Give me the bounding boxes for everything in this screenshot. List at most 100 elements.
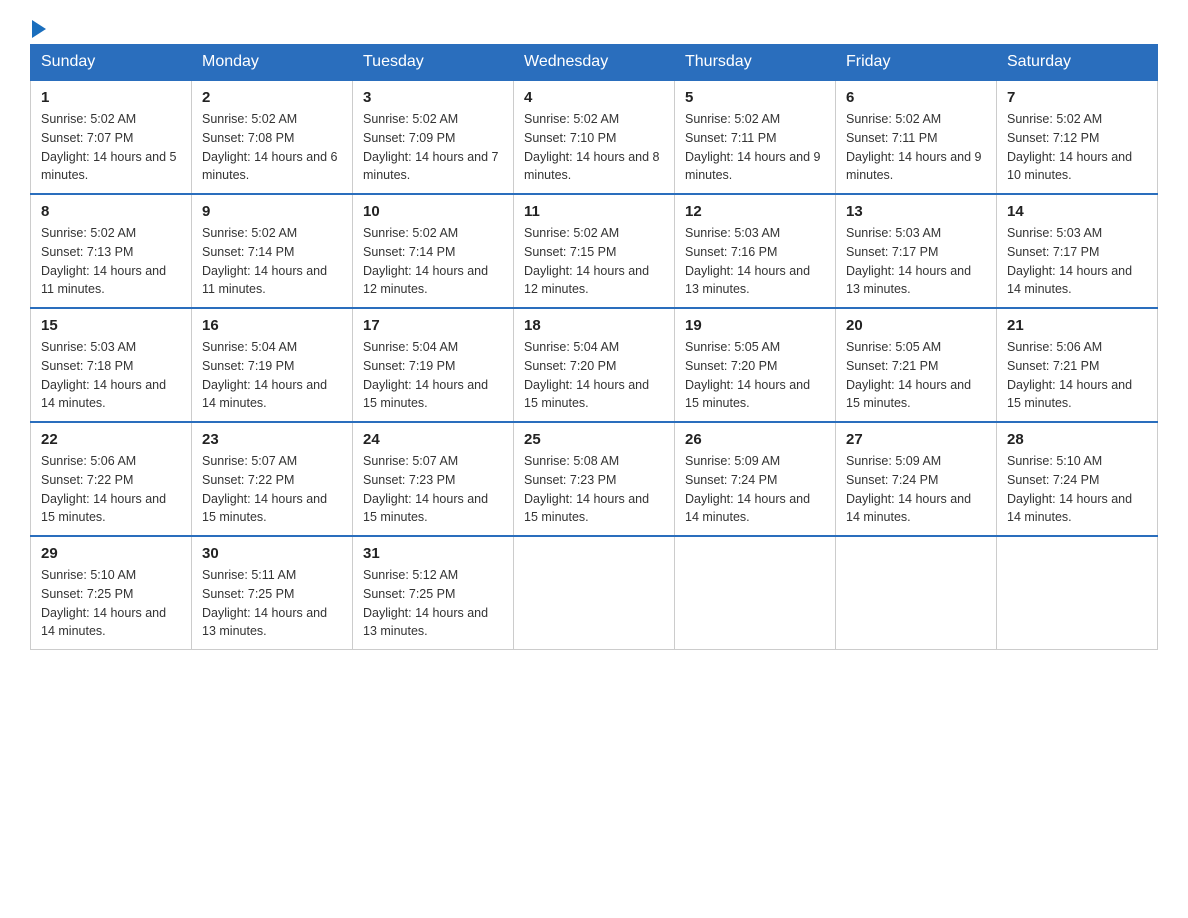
day-number: 3	[363, 89, 503, 106]
logo-arrow-icon	[32, 20, 46, 38]
day-info: Sunrise: 5:07 AM Sunset: 7:22 PM Dayligh…	[202, 452, 342, 527]
calendar-day-cell: 25 Sunrise: 5:08 AM Sunset: 7:23 PM Dayl…	[514, 422, 675, 536]
calendar-day-cell	[997, 536, 1158, 650]
day-number: 26	[685, 431, 825, 448]
day-info: Sunrise: 5:05 AM Sunset: 7:20 PM Dayligh…	[685, 338, 825, 413]
day-info: Sunrise: 5:02 AM Sunset: 7:14 PM Dayligh…	[202, 224, 342, 299]
day-number: 10	[363, 203, 503, 220]
day-number: 9	[202, 203, 342, 220]
day-info: Sunrise: 5:02 AM Sunset: 7:15 PM Dayligh…	[524, 224, 664, 299]
calendar-day-cell: 12 Sunrise: 5:03 AM Sunset: 7:16 PM Dayl…	[675, 194, 836, 308]
day-number: 13	[846, 203, 986, 220]
day-number: 7	[1007, 89, 1147, 106]
weekday-header-thursday: Thursday	[675, 45, 836, 81]
day-info: Sunrise: 5:06 AM Sunset: 7:22 PM Dayligh…	[41, 452, 181, 527]
calendar-day-cell: 31 Sunrise: 5:12 AM Sunset: 7:25 PM Dayl…	[353, 536, 514, 650]
day-number: 20	[846, 317, 986, 334]
day-info: Sunrise: 5:09 AM Sunset: 7:24 PM Dayligh…	[685, 452, 825, 527]
calendar-day-cell: 29 Sunrise: 5:10 AM Sunset: 7:25 PM Dayl…	[31, 536, 192, 650]
calendar-day-cell: 18 Sunrise: 5:04 AM Sunset: 7:20 PM Dayl…	[514, 308, 675, 422]
day-info: Sunrise: 5:10 AM Sunset: 7:24 PM Dayligh…	[1007, 452, 1147, 527]
day-number: 1	[41, 89, 181, 106]
day-number: 4	[524, 89, 664, 106]
day-info: Sunrise: 5:12 AM Sunset: 7:25 PM Dayligh…	[363, 566, 503, 641]
day-number: 6	[846, 89, 986, 106]
day-info: Sunrise: 5:02 AM Sunset: 7:10 PM Dayligh…	[524, 110, 664, 185]
calendar-day-cell: 16 Sunrise: 5:04 AM Sunset: 7:19 PM Dayl…	[192, 308, 353, 422]
day-number: 11	[524, 203, 664, 220]
day-number: 12	[685, 203, 825, 220]
calendar-day-cell: 24 Sunrise: 5:07 AM Sunset: 7:23 PM Dayl…	[353, 422, 514, 536]
calendar-day-cell: 19 Sunrise: 5:05 AM Sunset: 7:20 PM Dayl…	[675, 308, 836, 422]
calendar-day-cell: 30 Sunrise: 5:11 AM Sunset: 7:25 PM Dayl…	[192, 536, 353, 650]
day-info: Sunrise: 5:02 AM Sunset: 7:11 PM Dayligh…	[685, 110, 825, 185]
day-info: Sunrise: 5:04 AM Sunset: 7:20 PM Dayligh…	[524, 338, 664, 413]
day-info: Sunrise: 5:10 AM Sunset: 7:25 PM Dayligh…	[41, 566, 181, 641]
calendar-body: 1 Sunrise: 5:02 AM Sunset: 7:07 PM Dayli…	[31, 80, 1158, 650]
day-info: Sunrise: 5:09 AM Sunset: 7:24 PM Dayligh…	[846, 452, 986, 527]
day-info: Sunrise: 5:04 AM Sunset: 7:19 PM Dayligh…	[363, 338, 503, 413]
day-number: 21	[1007, 317, 1147, 334]
calendar-day-cell: 27 Sunrise: 5:09 AM Sunset: 7:24 PM Dayl…	[836, 422, 997, 536]
calendar-day-cell	[675, 536, 836, 650]
day-number: 25	[524, 431, 664, 448]
day-number: 29	[41, 545, 181, 562]
day-info: Sunrise: 5:02 AM Sunset: 7:07 PM Dayligh…	[41, 110, 181, 185]
weekday-header-saturday: Saturday	[997, 45, 1158, 81]
day-info: Sunrise: 5:03 AM Sunset: 7:17 PM Dayligh…	[1007, 224, 1147, 299]
calendar-day-cell: 7 Sunrise: 5:02 AM Sunset: 7:12 PM Dayli…	[997, 80, 1158, 194]
calendar-day-cell: 9 Sunrise: 5:02 AM Sunset: 7:14 PM Dayli…	[192, 194, 353, 308]
calendar-day-cell: 26 Sunrise: 5:09 AM Sunset: 7:24 PM Dayl…	[675, 422, 836, 536]
day-info: Sunrise: 5:02 AM Sunset: 7:13 PM Dayligh…	[41, 224, 181, 299]
calendar-day-cell: 11 Sunrise: 5:02 AM Sunset: 7:15 PM Dayl…	[514, 194, 675, 308]
calendar-day-cell: 28 Sunrise: 5:10 AM Sunset: 7:24 PM Dayl…	[997, 422, 1158, 536]
calendar-day-cell: 23 Sunrise: 5:07 AM Sunset: 7:22 PM Dayl…	[192, 422, 353, 536]
day-number: 5	[685, 89, 825, 106]
calendar-table: SundayMondayTuesdayWednesdayThursdayFrid…	[30, 44, 1158, 650]
day-number: 24	[363, 431, 503, 448]
weekday-header-sunday: Sunday	[31, 45, 192, 81]
calendar-week-row: 29 Sunrise: 5:10 AM Sunset: 7:25 PM Dayl…	[31, 536, 1158, 650]
day-number: 30	[202, 545, 342, 562]
day-info: Sunrise: 5:06 AM Sunset: 7:21 PM Dayligh…	[1007, 338, 1147, 413]
day-info: Sunrise: 5:02 AM Sunset: 7:08 PM Dayligh…	[202, 110, 342, 185]
day-number: 31	[363, 545, 503, 562]
day-info: Sunrise: 5:03 AM Sunset: 7:16 PM Dayligh…	[685, 224, 825, 299]
calendar-week-row: 22 Sunrise: 5:06 AM Sunset: 7:22 PM Dayl…	[31, 422, 1158, 536]
weekday-header-monday: Monday	[192, 45, 353, 81]
calendar-day-cell: 8 Sunrise: 5:02 AM Sunset: 7:13 PM Dayli…	[31, 194, 192, 308]
day-info: Sunrise: 5:03 AM Sunset: 7:17 PM Dayligh…	[846, 224, 986, 299]
day-number: 15	[41, 317, 181, 334]
calendar-day-cell: 6 Sunrise: 5:02 AM Sunset: 7:11 PM Dayli…	[836, 80, 997, 194]
day-info: Sunrise: 5:05 AM Sunset: 7:21 PM Dayligh…	[846, 338, 986, 413]
calendar-day-cell: 4 Sunrise: 5:02 AM Sunset: 7:10 PM Dayli…	[514, 80, 675, 194]
calendar-day-cell: 15 Sunrise: 5:03 AM Sunset: 7:18 PM Dayl…	[31, 308, 192, 422]
calendar-day-cell	[514, 536, 675, 650]
calendar-day-cell: 17 Sunrise: 5:04 AM Sunset: 7:19 PM Dayl…	[353, 308, 514, 422]
day-info: Sunrise: 5:02 AM Sunset: 7:14 PM Dayligh…	[363, 224, 503, 299]
weekday-header-friday: Friday	[836, 45, 997, 81]
weekday-header-tuesday: Tuesday	[353, 45, 514, 81]
calendar-header: SundayMondayTuesdayWednesdayThursdayFrid…	[31, 45, 1158, 81]
day-info: Sunrise: 5:02 AM Sunset: 7:12 PM Dayligh…	[1007, 110, 1147, 185]
day-number: 8	[41, 203, 181, 220]
day-info: Sunrise: 5:03 AM Sunset: 7:18 PM Dayligh…	[41, 338, 181, 413]
calendar-week-row: 8 Sunrise: 5:02 AM Sunset: 7:13 PM Dayli…	[31, 194, 1158, 308]
calendar-day-cell: 20 Sunrise: 5:05 AM Sunset: 7:21 PM Dayl…	[836, 308, 997, 422]
calendar-week-row: 15 Sunrise: 5:03 AM Sunset: 7:18 PM Dayl…	[31, 308, 1158, 422]
day-number: 19	[685, 317, 825, 334]
calendar-day-cell: 14 Sunrise: 5:03 AM Sunset: 7:17 PM Dayl…	[997, 194, 1158, 308]
calendar-day-cell: 5 Sunrise: 5:02 AM Sunset: 7:11 PM Dayli…	[675, 80, 836, 194]
calendar-day-cell: 21 Sunrise: 5:06 AM Sunset: 7:21 PM Dayl…	[997, 308, 1158, 422]
calendar-day-cell: 2 Sunrise: 5:02 AM Sunset: 7:08 PM Dayli…	[192, 80, 353, 194]
logo	[30, 20, 46, 34]
day-info: Sunrise: 5:07 AM Sunset: 7:23 PM Dayligh…	[363, 452, 503, 527]
day-number: 27	[846, 431, 986, 448]
weekday-header-row: SundayMondayTuesdayWednesdayThursdayFrid…	[31, 45, 1158, 81]
day-number: 23	[202, 431, 342, 448]
day-info: Sunrise: 5:02 AM Sunset: 7:09 PM Dayligh…	[363, 110, 503, 185]
day-number: 28	[1007, 431, 1147, 448]
page-header	[30, 20, 1158, 34]
day-number: 22	[41, 431, 181, 448]
weekday-header-wednesday: Wednesday	[514, 45, 675, 81]
